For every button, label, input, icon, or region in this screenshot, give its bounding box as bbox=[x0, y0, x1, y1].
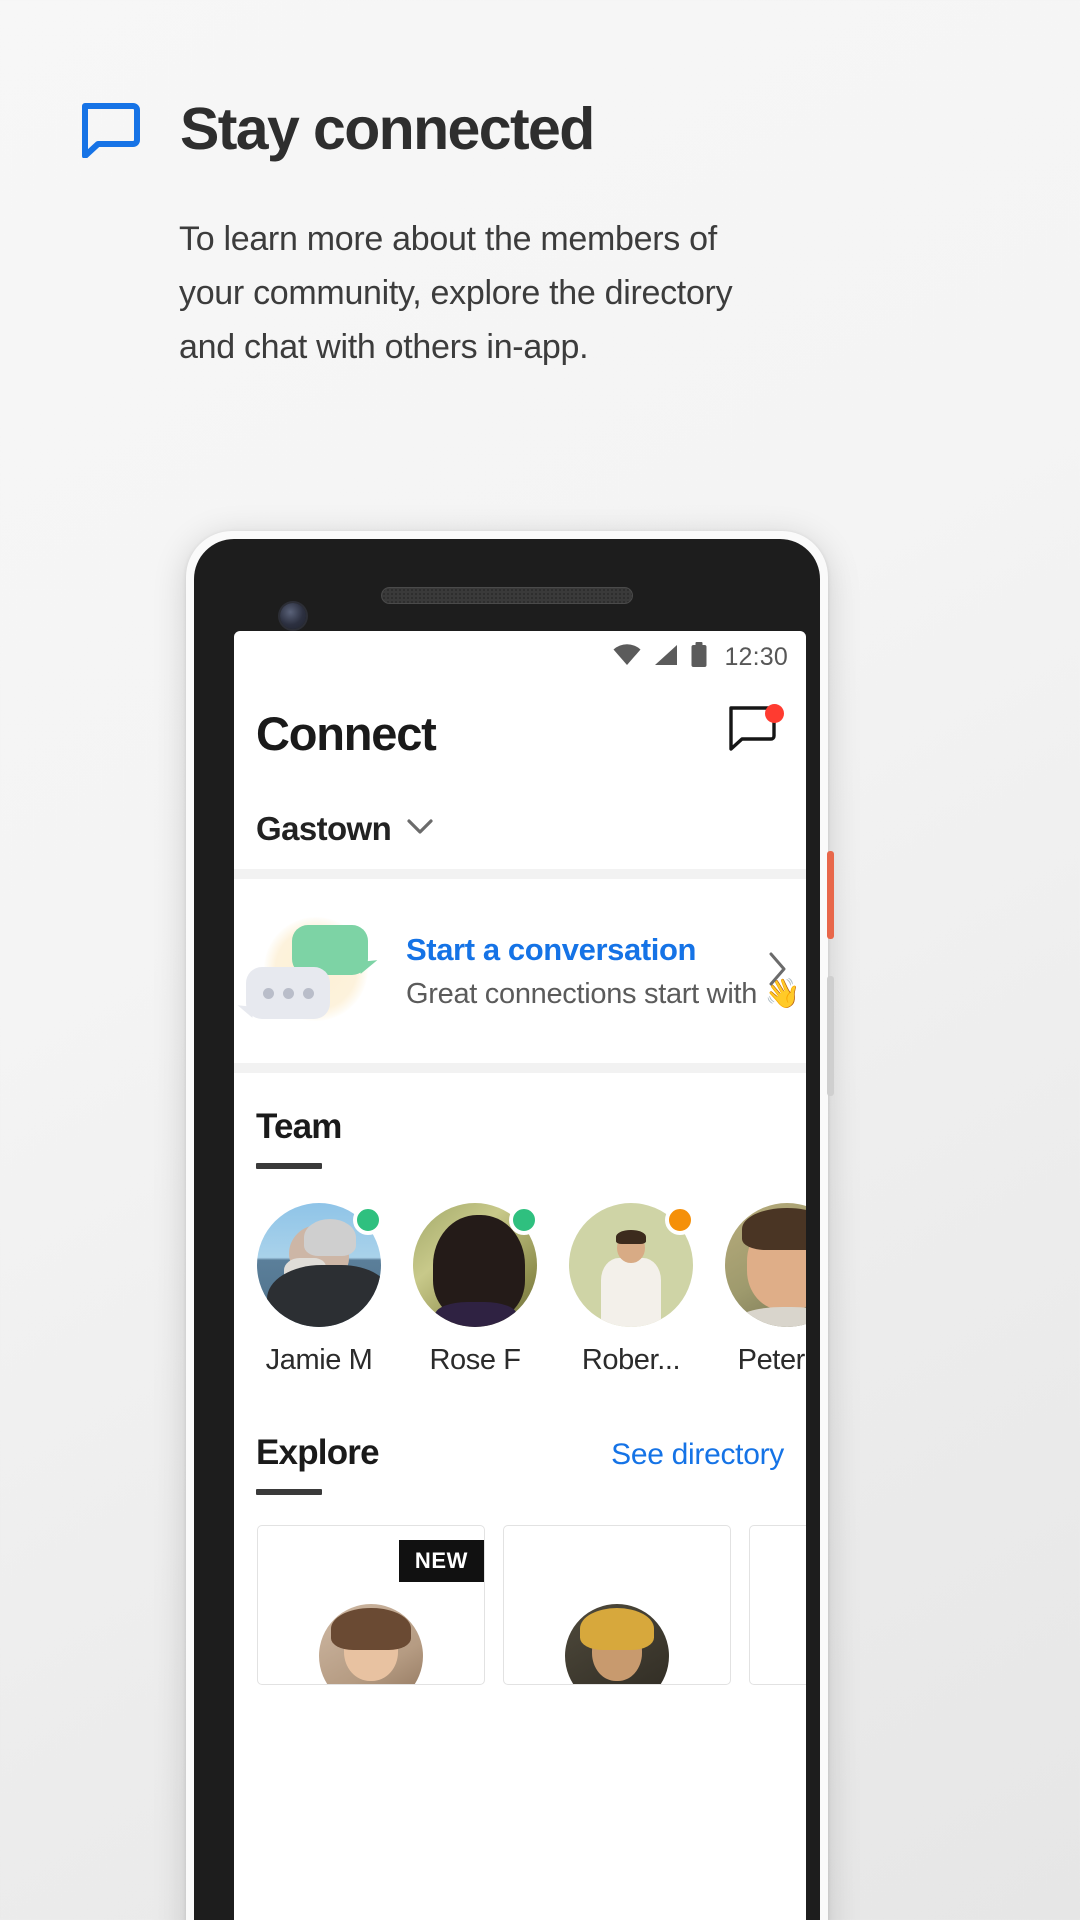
list-item[interactable]: Peter M bbox=[725, 1203, 806, 1377]
messages-button[interactable] bbox=[726, 704, 784, 761]
explore-heading: Explore bbox=[256, 1433, 380, 1472]
see-directory-link[interactable]: See directory bbox=[611, 1438, 784, 1472]
community-selector[interactable]: Gastown bbox=[234, 789, 806, 869]
member-name: Rober... bbox=[581, 1344, 681, 1376]
chat-bubble-icon bbox=[78, 102, 140, 158]
heading-underline bbox=[256, 1489, 322, 1495]
phone-mockup: 12:30 Connect Gastown Start a conversati… bbox=[186, 531, 834, 1920]
list-item[interactable]: Rose F bbox=[413, 1203, 539, 1377]
power-button[interactable] bbox=[827, 851, 834, 939]
battery-full-icon bbox=[690, 641, 708, 673]
volume-button[interactable] bbox=[827, 976, 834, 1096]
list-item[interactable]: Rober... bbox=[569, 1203, 695, 1377]
promo-header: Stay connected bbox=[78, 96, 595, 162]
app-bar: Connect bbox=[234, 677, 806, 789]
app-title: Connect bbox=[256, 706, 437, 760]
status-badge bbox=[353, 1205, 383, 1235]
start-conversation-card[interactable]: Start a conversation Great connections s… bbox=[234, 879, 806, 1063]
app-screen: 12:30 Connect Gastown Start a conversati… bbox=[234, 631, 806, 1920]
cellular-signal-icon bbox=[653, 643, 679, 672]
team-header: Team bbox=[256, 1107, 784, 1147]
earpiece-speaker bbox=[381, 587, 633, 604]
explore-card[interactable] bbox=[503, 1525, 731, 1685]
explore-header: Explore See directory bbox=[256, 1433, 784, 1473]
avatar bbox=[725, 1203, 806, 1327]
status-badge bbox=[509, 1205, 539, 1235]
team-heading: Team bbox=[256, 1107, 342, 1146]
divider bbox=[234, 1063, 806, 1073]
explore-card[interactable]: NEW bbox=[257, 1525, 485, 1685]
team-section: Team Jamie M Rose F Rober... Peter bbox=[234, 1073, 806, 1377]
team-avatar-list[interactable]: Jamie M Rose F Rober... Peter bbox=[256, 1203, 806, 1377]
front-camera bbox=[280, 603, 306, 629]
status-bar: 12:30 bbox=[234, 631, 806, 677]
chevron-right-icon bbox=[764, 952, 788, 991]
start-conversation-title: Start a conversation bbox=[406, 931, 697, 967]
page-title: Stay connected bbox=[180, 96, 595, 162]
phone-bezel: 12:30 Connect Gastown Start a conversati… bbox=[194, 539, 820, 1920]
explore-card-list[interactable]: NEW bbox=[256, 1525, 806, 1685]
member-name: Rose F bbox=[429, 1344, 521, 1376]
heading-underline bbox=[256, 1163, 322, 1169]
new-badge: NEW bbox=[398, 1540, 484, 1582]
chevron-down-icon bbox=[407, 818, 433, 840]
divider bbox=[234, 869, 806, 879]
status-bar-clock: 12:30 bbox=[724, 642, 788, 671]
start-conversation-text: Start a conversation Great connections s… bbox=[406, 931, 801, 1012]
start-conversation-subtitle: Great connections start with 👋 bbox=[406, 978, 801, 1011]
list-item[interactable]: Jamie M bbox=[257, 1203, 383, 1377]
avatar bbox=[565, 1604, 669, 1684]
member-name: Peter M bbox=[737, 1344, 806, 1376]
explore-card[interactable] bbox=[749, 1525, 806, 1685]
explore-section: Explore See directory NEW bbox=[234, 1377, 806, 1685]
status-badge bbox=[665, 1205, 695, 1235]
member-name: Jamie M bbox=[265, 1344, 373, 1376]
unread-badge bbox=[765, 704, 784, 723]
avatar bbox=[319, 1604, 423, 1684]
community-name: Gastown bbox=[256, 810, 392, 847]
two-chat-bubbles-illustration bbox=[246, 913, 396, 1029]
wifi-icon bbox=[612, 643, 642, 672]
promo-body-text: To learn more about the members of your … bbox=[179, 220, 733, 366]
